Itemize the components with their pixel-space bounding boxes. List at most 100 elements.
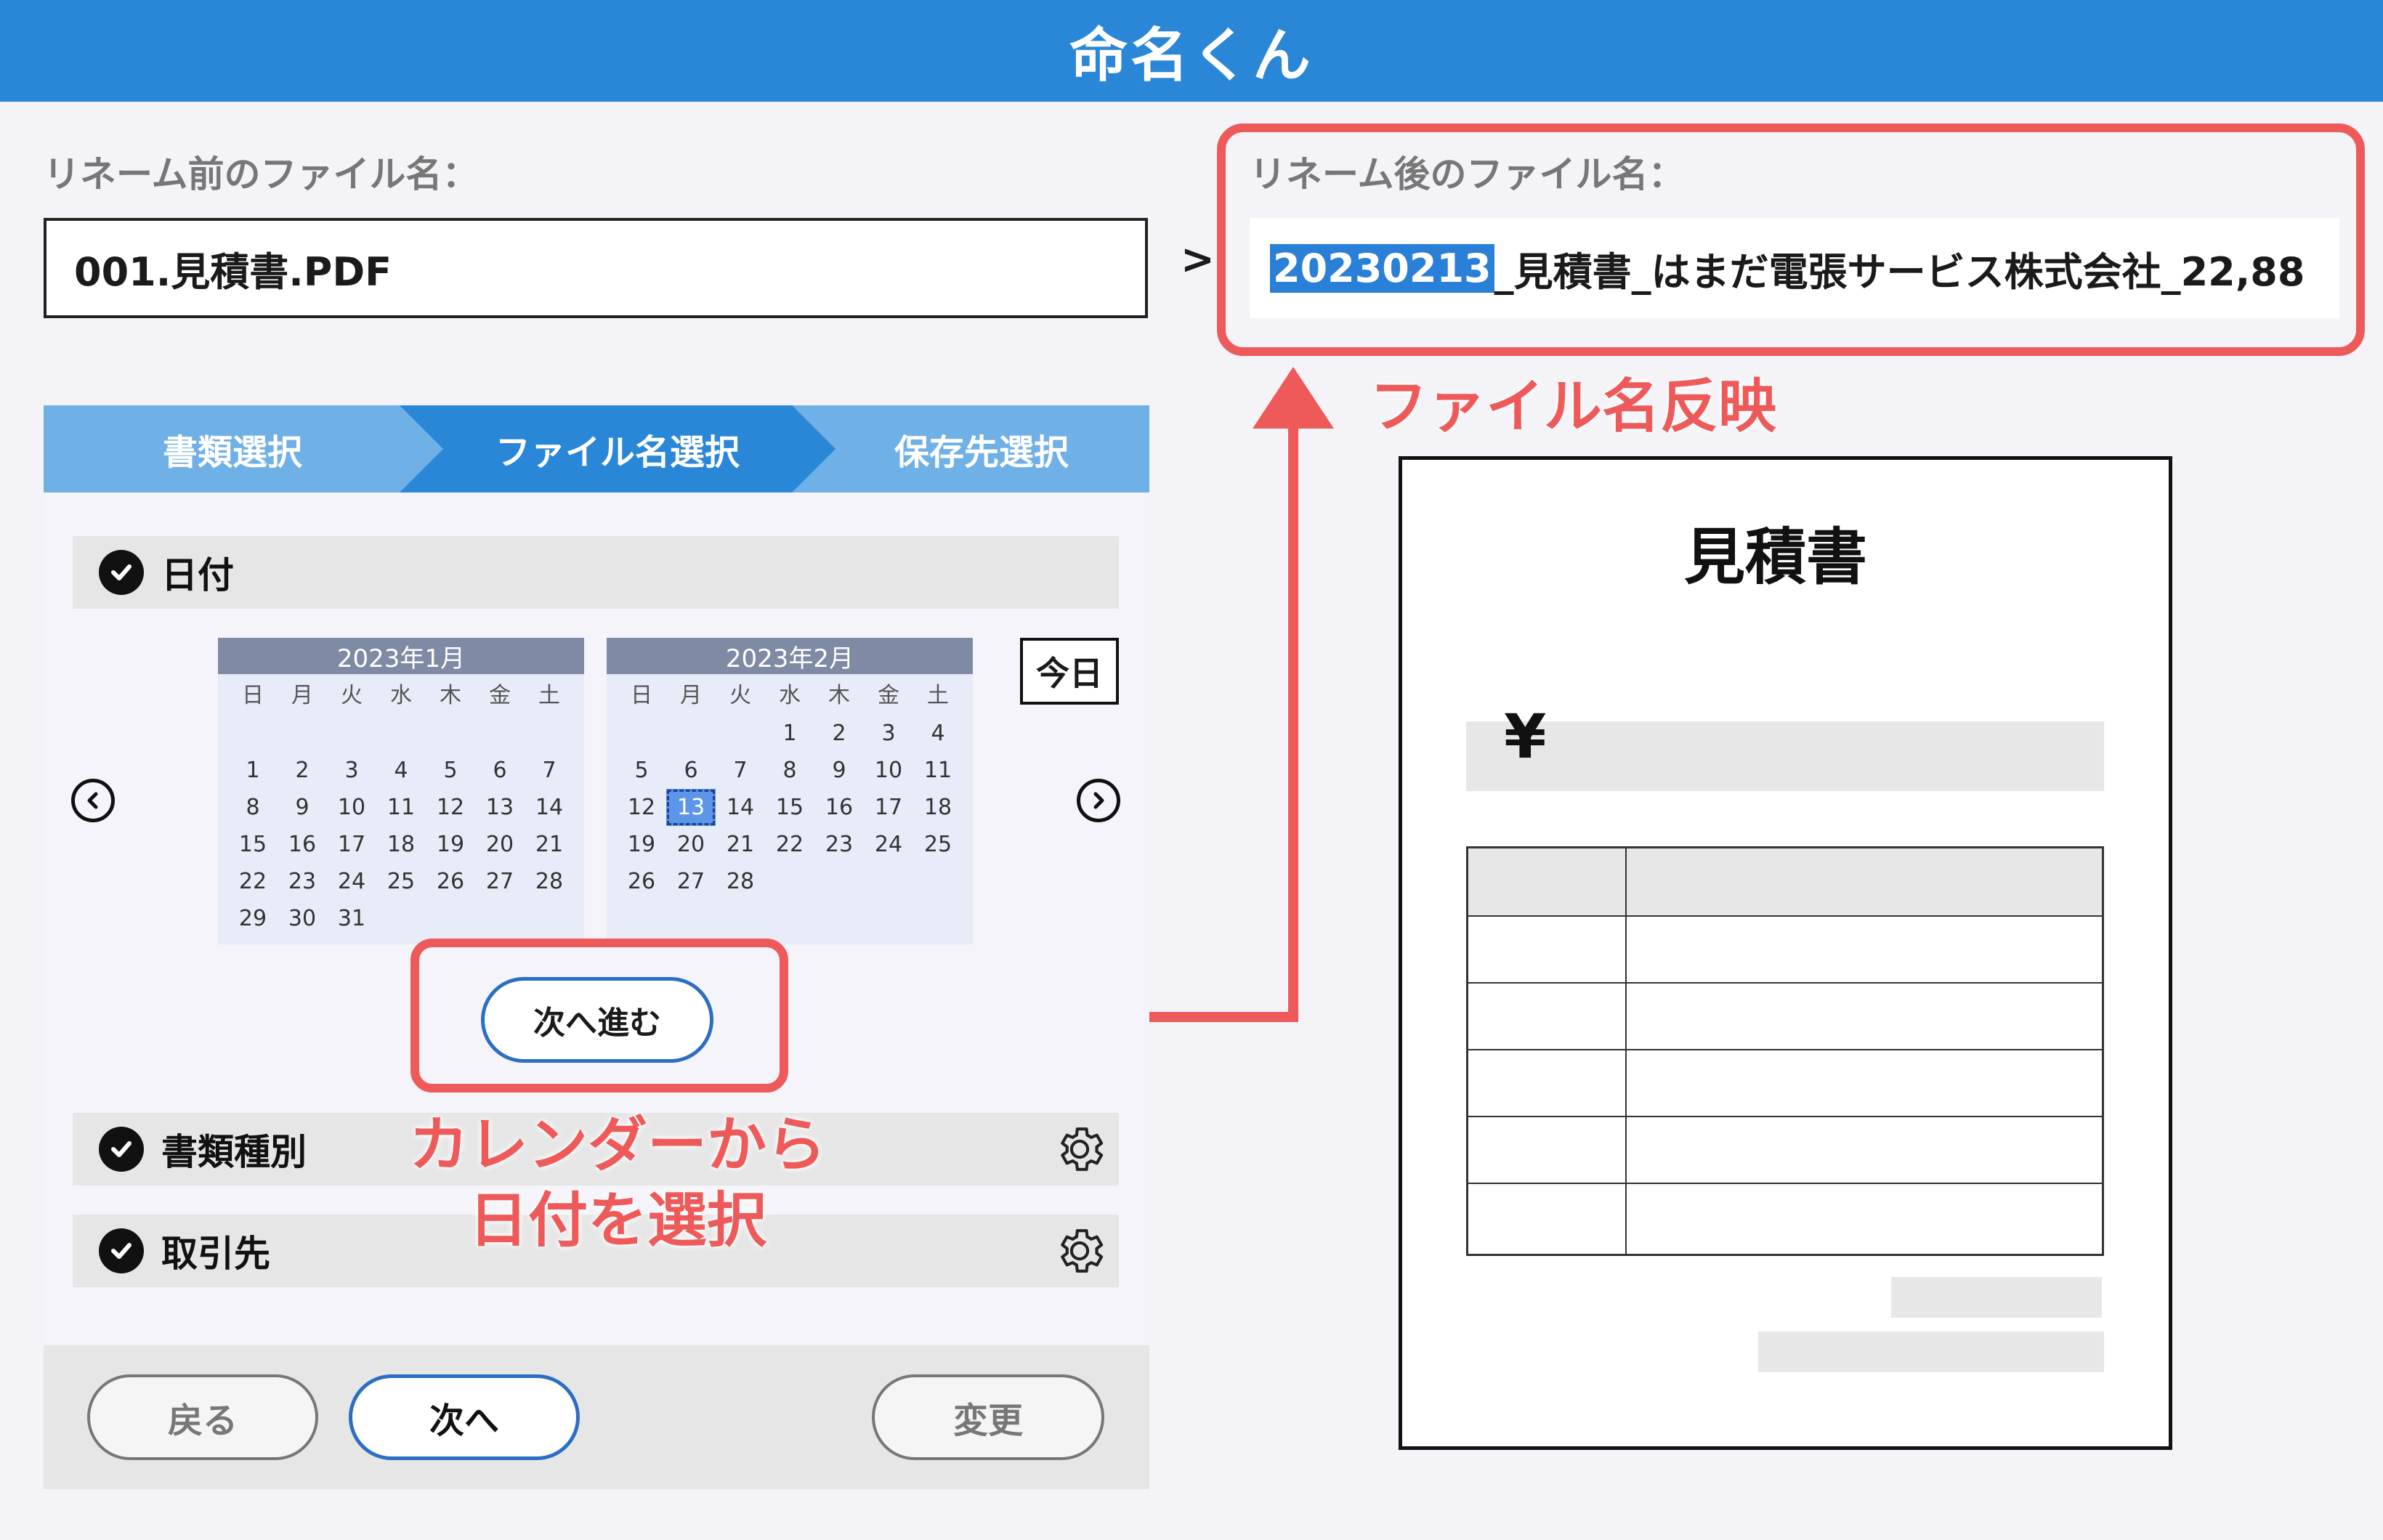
gear-icon[interactable] [1052, 1122, 1107, 1177]
calendar-day[interactable]: 3 [864, 715, 913, 752]
calendar-empty-cell [228, 715, 278, 752]
calendar-day[interactable]: 21 [716, 826, 765, 863]
calendar-week-row [617, 900, 963, 937]
calendar-day[interactable]: 14 [716, 789, 765, 826]
document-table-header [1468, 848, 2102, 915]
calendar-day[interactable]: 5 [426, 752, 475, 789]
calendar-day[interactable]: 4 [913, 715, 963, 752]
calendar-empty-cell [913, 863, 963, 900]
calendar-day[interactable]: 12 [617, 789, 666, 826]
calendar-weekday: 金 [489, 683, 511, 708]
calendar-day[interactable]: 1 [765, 715, 814, 752]
step-filename-select[interactable]: ファイル名選択 [421, 405, 814, 493]
calendar-day[interactable]: 16 [814, 789, 864, 826]
table-rule [1468, 1183, 2102, 1184]
calendar-day[interactable]: 25 [913, 826, 963, 863]
calendar-day[interactable]: 17 [327, 826, 376, 863]
calendar-days: 1 2 3 4 5 6 7 8 9 10 11 12 13 14 15 16 17 18 19 20 21 22 23 24 2… [228, 715, 574, 937]
calendar-day[interactable]: 24 [327, 863, 376, 900]
document-subtotal-bar [1891, 1277, 2102, 1318]
change-button[interactable]: 変更 [872, 1374, 1104, 1460]
calendar-weekday: 木 [828, 683, 850, 708]
calendar-day[interactable]: 19 [617, 826, 666, 863]
calendar-day[interactable]: 22 [228, 863, 278, 900]
document-currency-sign: ¥ [1504, 701, 1547, 772]
calendar-day[interactable]: 16 [278, 826, 327, 863]
calendar-day[interactable]: 8 [228, 789, 278, 826]
calendar-day[interactable]: 6 [666, 752, 716, 789]
today-button[interactable]: 今日 [1020, 638, 1119, 705]
section-date-title: 日付 [161, 554, 234, 596]
calendar-annotation: カレンダーから 日付を選択 [363, 1108, 872, 1259]
calendar-day[interactable]: 9 [278, 789, 327, 826]
calendar-day[interactable]: 22 [765, 826, 814, 863]
calendar-day[interactable]: 2 [278, 752, 327, 789]
calendar-day[interactable]: 20 [475, 826, 525, 863]
calendar-day[interactable]: 17 [864, 789, 913, 826]
calendar-day[interactable]: 23 [278, 863, 327, 900]
calendar-annotation-line2: 日付を選択 [468, 1186, 766, 1255]
calendar-day[interactable]: 28 [716, 863, 765, 900]
calendar-day[interactable]: 11 [376, 789, 426, 826]
calendar-day[interactable]: 10 [864, 752, 913, 789]
section-date[interactable]: 日付 [73, 536, 1119, 609]
step-save-location-select[interactable]: 保存先選択 [814, 405, 1149, 493]
calendar-day[interactable]: 30 [278, 900, 327, 937]
calendar-day[interactable]: 11 [913, 752, 963, 789]
next-step-button[interactable]: 次へ進む [481, 977, 713, 1063]
calendar-day[interactable]: 29 [228, 900, 278, 937]
document-amount-bar [1466, 721, 2104, 791]
next-month-button[interactable] [1077, 779, 1120, 822]
calendar-day[interactable]: 10 [327, 789, 376, 826]
calendar-day[interactable]: 27 [475, 863, 525, 900]
calendar-day[interactable]: 23 [814, 826, 864, 863]
gear-icon[interactable] [1052, 1223, 1107, 1278]
calendar-empty-cell [814, 863, 864, 900]
calendar-week-row: 22 23 24 25 26 27 28 [228, 863, 574, 900]
calendar-day[interactable]: 15 [228, 826, 278, 863]
calendar-day[interactable]: 28 [525, 863, 574, 900]
calendar-day[interactable]: 26 [426, 863, 475, 900]
calendar-day[interactable]: 6 [475, 752, 525, 789]
calendar-day[interactable]: 19 [426, 826, 475, 863]
calendar-day[interactable]: 15 [765, 789, 814, 826]
calendar-day[interactable]: 21 [525, 826, 574, 863]
calendar-day[interactable]: 18 [913, 789, 963, 826]
calendar-day[interactable]: 8 [765, 752, 814, 789]
calendar-day[interactable]: 12 [426, 789, 475, 826]
calendar-day[interactable]: 3 [327, 752, 376, 789]
calendar-february: 2023年2月 日月火水木金土 1 2 3 4 5 6 7 8 9 10 11 12 13 14 15 16 1… [607, 638, 973, 944]
calendar-day[interactable]: 26 [617, 863, 666, 900]
calendar-day[interactable]: 18 [376, 826, 426, 863]
calendar-day[interactable]: 14 [525, 789, 574, 826]
calendar-month-title: 2023年2月 [607, 638, 973, 674]
calendar-weekday: 日 [242, 683, 264, 708]
calendar-day[interactable]: 13 [475, 789, 525, 826]
calendar-day[interactable]: 20 [666, 826, 716, 863]
calendar-empty-cell [426, 715, 475, 752]
calendar-empty-cell [475, 900, 525, 937]
calendar-week-row: 29 30 31 [228, 900, 574, 937]
calendar-day[interactable]: 25 [376, 863, 426, 900]
calendar-weekday: 木 [440, 683, 461, 708]
calendar-day[interactable]: 5 [617, 752, 666, 789]
chevron-left-icon [87, 792, 98, 809]
calendar-week-row: 1234 [617, 715, 963, 752]
calendar-empty-cell [666, 900, 716, 937]
calendar-day[interactable]: 27 [666, 863, 716, 900]
calendar-day-selected[interactable]: 13 [666, 789, 716, 826]
calendar-day[interactable]: 4 [376, 752, 426, 789]
calendar-day[interactable]: 9 [814, 752, 864, 789]
calendar-day[interactable]: 1 [228, 752, 278, 789]
next-button[interactable]: 次へ [349, 1374, 580, 1460]
calendar-day[interactable]: 31 [327, 900, 376, 937]
prev-month-button[interactable] [71, 779, 115, 822]
calendar-annotation-line1: カレンダーから [408, 1111, 826, 1180]
calendar-weekday: 金 [878, 683, 899, 708]
calendar-day[interactable]: 24 [864, 826, 913, 863]
calendar-day[interactable]: 7 [525, 752, 574, 789]
step-document-select[interactable]: 書類選択 [44, 405, 421, 493]
calendar-day[interactable]: 2 [814, 715, 864, 752]
back-button[interactable]: 戻る [87, 1374, 318, 1460]
calendar-day[interactable]: 7 [716, 752, 765, 789]
